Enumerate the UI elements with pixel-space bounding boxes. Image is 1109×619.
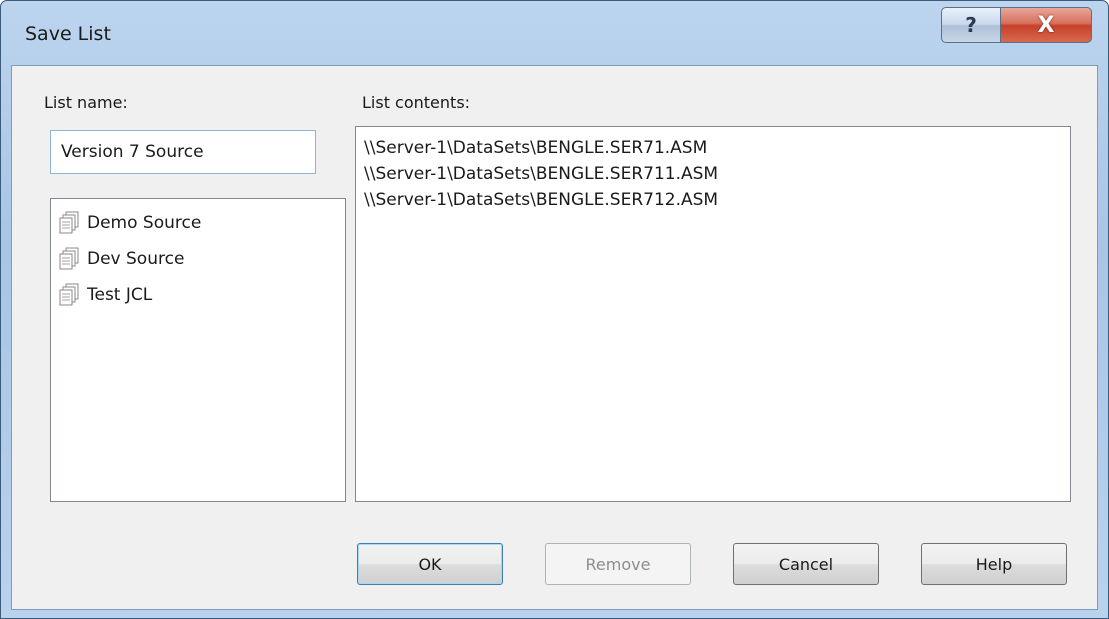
ok-button[interactable]: OK [357,543,503,585]
close-button[interactable]: X [1000,7,1092,43]
list-contents-listbox[interactable]: \\Server-1\DataSets\BENGLE.SER71.ASM \\S… [355,126,1071,502]
list-name-label: List name: [44,93,128,112]
save-list-dialog: Save List ? X List name: Demo Source [0,0,1109,619]
close-icon: X [1037,12,1055,38]
cancel-button[interactable]: Cancel [733,543,879,585]
question-mark-icon: ? [965,13,977,37]
list-item-label: Dev Source [87,249,185,269]
document-stack-icon [59,211,79,234]
list-contents-label: List contents: [362,93,471,112]
window-title: Save List [25,23,111,45]
document-stack-icon [59,283,79,306]
remove-button[interactable]: Remove [545,543,691,585]
list-item-label: Demo Source [87,213,202,233]
list-item-label: Test JCL [87,285,153,305]
list-item[interactable]: Test JCL [51,277,345,313]
document-stack-icon [59,247,79,270]
list-item[interactable]: Dev Source [51,241,345,277]
saved-lists-listbox[interactable]: Demo Source Dev Source Test JCL [50,198,346,502]
list-contents-item[interactable]: \\Server-1\DataSets\BENGLE.SER712.ASM [364,187,1062,213]
title-bar[interactable]: Save List ? X [1,1,1108,65]
list-contents-item[interactable]: \\Server-1\DataSets\BENGLE.SER711.ASM [364,161,1062,187]
list-item[interactable]: Demo Source [51,205,345,241]
list-contents-item[interactable]: \\Server-1\DataSets\BENGLE.SER71.ASM [364,135,1062,161]
list-name-input[interactable] [50,130,316,174]
help-button[interactable]: Help [921,543,1067,585]
help-caption-button[interactable]: ? [941,7,1001,43]
dialog-body: List name: Demo Source [11,65,1098,610]
